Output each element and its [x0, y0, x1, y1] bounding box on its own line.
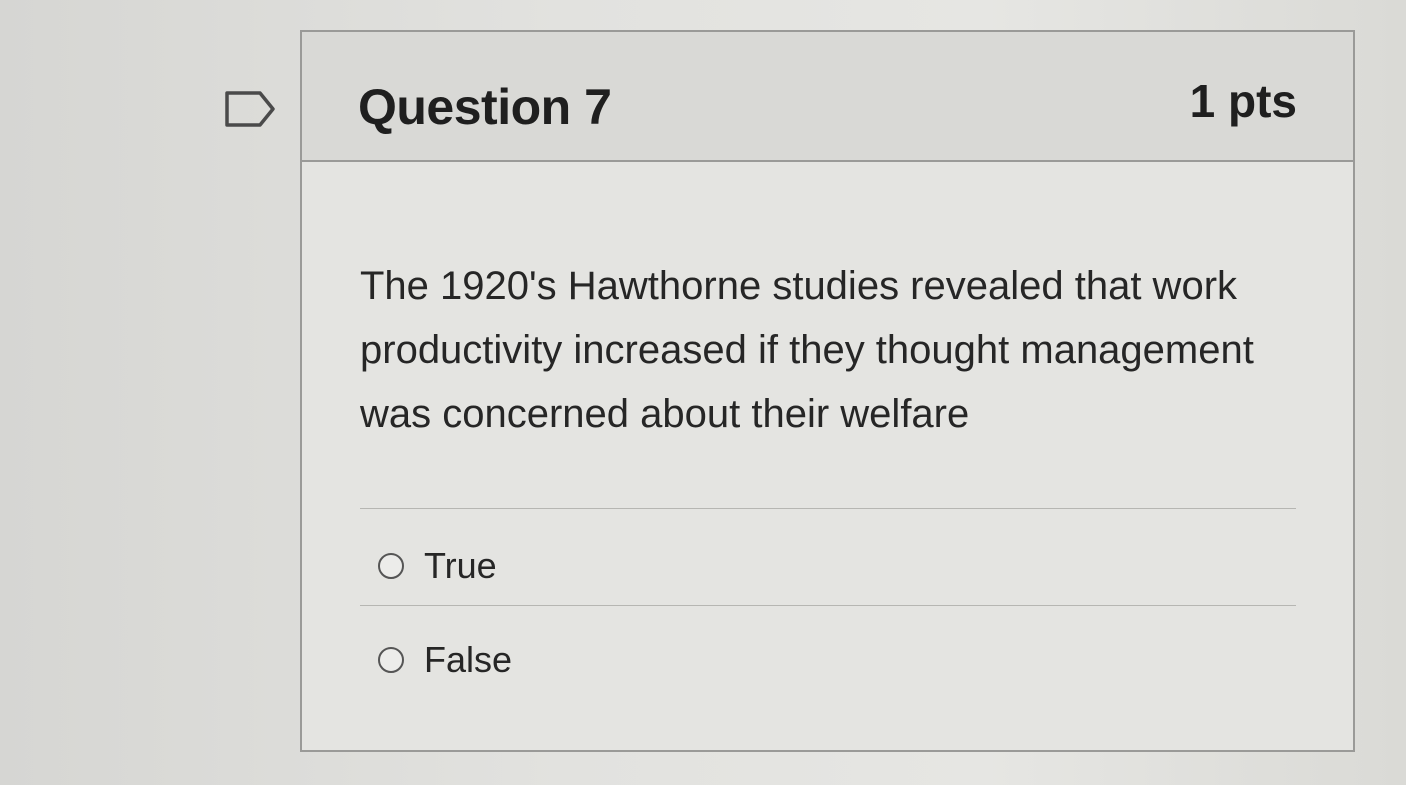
flag-question-icon[interactable] [224, 90, 276, 128]
question-header: Question 7 1 pts [302, 32, 1353, 162]
radio-button-icon[interactable] [378, 647, 404, 673]
answer-option-true[interactable]: True [378, 542, 497, 590]
answer-divider [360, 508, 1296, 509]
question-title: Question 7 [358, 79, 612, 135]
radio-button-icon[interactable] [378, 553, 404, 579]
question-card: Question 7 1 pts The 1920's Hawthorne st… [300, 30, 1355, 752]
answer-label-false[interactable]: False [424, 639, 512, 681]
answer-divider [360, 605, 1296, 606]
question-points: 1 pts [1189, 75, 1297, 127]
answer-label-true[interactable]: True [424, 545, 497, 587]
answer-option-false[interactable]: False [378, 636, 512, 684]
question-text: The 1920's Hawthorne studies revealed th… [360, 264, 1254, 436]
